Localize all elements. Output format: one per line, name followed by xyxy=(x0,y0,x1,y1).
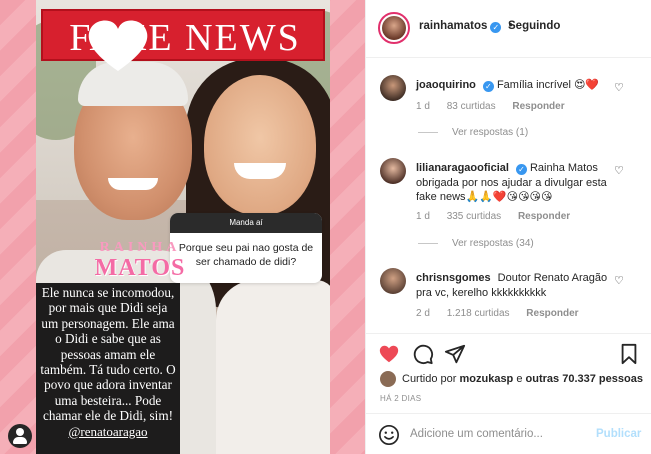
tagged-accounts-button[interactable] xyxy=(8,424,32,448)
avatar-image xyxy=(382,16,406,40)
answer-box: Ele nunca se incomodou, por mais que Did… xyxy=(36,283,180,454)
brand-logo: RAINHA MATOS xyxy=(80,238,200,281)
brand-line-2: MATOS xyxy=(94,255,186,281)
liked-by-summary: Curtido por mozukasp e outras 70.337 pes… xyxy=(380,371,643,387)
view-replies-button[interactable]: Ver respostas (1) xyxy=(418,127,528,138)
post-media[interactable]: FAKE NEWS Manda aí Porque seu pai nao go… xyxy=(0,0,365,454)
liker-username[interactable]: mozukasp xyxy=(459,373,513,385)
verified-badge-icon: ✓ xyxy=(482,81,494,92)
reply-button[interactable]: Responder xyxy=(518,211,570,222)
view-replies-button[interactable]: Ver respostas (34) xyxy=(418,238,534,249)
commenter-avatar[interactable] xyxy=(380,75,406,101)
comment-likes[interactable]: 1.218 curtidas xyxy=(447,308,510,319)
post-date[interactable]: HÁ 2 DIAS xyxy=(380,394,421,403)
comment-time[interactable]: 1 d xyxy=(416,101,430,112)
commenter-username[interactable]: chrisnsgomes xyxy=(416,272,491,284)
commenter-username[interactable]: joaoquirino xyxy=(416,79,476,91)
liked-by-text: Curtido por mozukasp e outras 70.337 pes… xyxy=(402,373,643,385)
comment-like-icon[interactable]: ♡ xyxy=(614,83,625,94)
comment-input[interactable] xyxy=(410,422,590,446)
view-replies-label[interactable]: Ver respostas (34) xyxy=(452,238,534,249)
comment-body: Família incrível 😍❤️ xyxy=(496,79,600,91)
question-header: Manda aí xyxy=(170,213,322,233)
comment-likes[interactable]: 335 curtidas xyxy=(447,211,501,222)
commenter-avatar[interactable] xyxy=(380,158,406,184)
comment-icon[interactable] xyxy=(412,343,434,365)
answer-text: Ele nunca se incomodou, por mais que Did… xyxy=(40,285,176,424)
post-sidebar: rainhamatos ✓ • Seguindo joaoquirino ✓ Fam… xyxy=(365,0,651,454)
like-heart-icon[interactable] xyxy=(378,343,400,365)
verified-badge-icon: ✓ xyxy=(515,164,527,175)
author-username-text[interactable]: rainhamatos xyxy=(419,20,487,32)
follow-status-button[interactable]: Seguindo xyxy=(508,20,560,32)
commenter-avatar[interactable] xyxy=(380,268,406,294)
comment-like-icon[interactable]: ♡ xyxy=(614,166,625,177)
comment-time[interactable]: 1 d xyxy=(416,211,430,222)
comment-text: joaoquirino ✓ Família incrível 😍❤️ xyxy=(416,78,612,93)
photo-smile xyxy=(108,178,158,190)
photo-woman-dress xyxy=(216,280,330,454)
comment-meta: 2 d 1.218 curtidas Responder xyxy=(416,308,593,319)
comment-meta: 1 d 335 curtidas Responder xyxy=(416,211,584,222)
post-actions xyxy=(366,333,651,373)
reply-button[interactable]: Responder xyxy=(512,101,564,112)
add-comment-bar: Publicar xyxy=(366,413,651,454)
photo-smile xyxy=(234,163,286,179)
save-bookmark-icon[interactable] xyxy=(618,343,640,365)
reply-button[interactable]: Responder xyxy=(526,308,578,319)
publish-button[interactable]: Publicar xyxy=(596,428,641,440)
liked-by-middle: e xyxy=(516,373,523,385)
author-avatar[interactable] xyxy=(378,12,410,44)
liked-by-prefix: Curtido por xyxy=(402,373,457,385)
comments-list[interactable]: joaoquirino ✓ Família incrível 😍❤️ ♡ 1 d … xyxy=(366,59,651,332)
post-header: rainhamatos ✓ • Seguindo xyxy=(366,0,651,58)
commenter-username[interactable]: lilianaragaooficial xyxy=(416,162,509,174)
answer-mention: @renatoaragao xyxy=(68,423,148,439)
replies-line xyxy=(418,131,438,133)
author-username[interactable]: rainhamatos ✓ • xyxy=(419,20,517,33)
heart-sticker-icon xyxy=(88,20,148,71)
comment-text: lilianaragaooficial ✓ Rainha Matos obriga… xyxy=(416,161,612,205)
comment-time[interactable]: 2 d xyxy=(416,308,430,319)
emoji-icon[interactable] xyxy=(378,424,400,446)
comment-meta: 1 d 83 curtidas Responder xyxy=(416,101,579,112)
share-icon[interactable] xyxy=(444,343,466,365)
comment-likes[interactable]: 83 curtidas xyxy=(447,101,496,112)
story-image: FAKE NEWS Manda aí Porque seu pai nao go… xyxy=(36,0,330,454)
user-icon-body xyxy=(13,437,27,444)
comment-text: chrisnsgomes Doutor Renato Aragão pra vc… xyxy=(416,271,612,300)
comment-like-icon[interactable]: ♡ xyxy=(614,276,625,287)
verified-badge-icon: ✓ xyxy=(490,22,502,33)
view-replies-label[interactable]: Ver respostas (1) xyxy=(452,127,528,138)
liker-avatar[interactable] xyxy=(380,371,396,387)
user-icon-head xyxy=(16,428,24,436)
fake-news-banner: FAKE NEWS xyxy=(41,9,325,71)
photo-woman-face xyxy=(204,75,316,215)
replies-line xyxy=(418,242,438,244)
liked-by-others[interactable]: outras 70.337 pessoas xyxy=(526,373,643,385)
